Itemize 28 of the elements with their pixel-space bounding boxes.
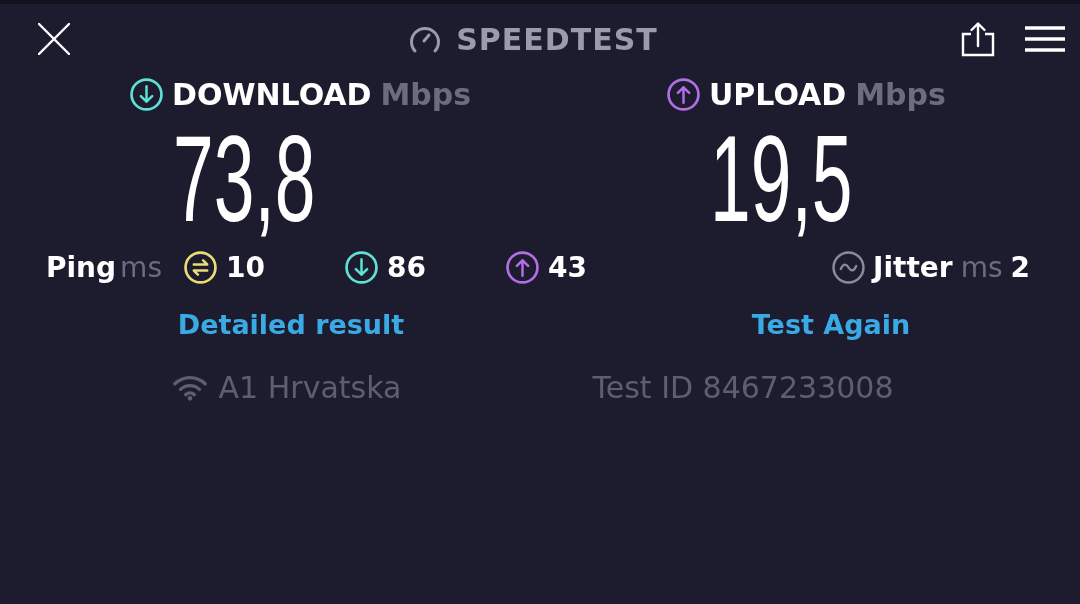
unit-label: Mbps: [380, 76, 472, 112]
action-link[interactable]: Test Again: [751, 308, 911, 340]
jitter-label: Jitter: [873, 250, 953, 284]
speed-value: 19,5: [710, 118, 853, 240]
provider-name: A1 Hrvatska: [218, 369, 402, 405]
speed-value: 73,8: [173, 118, 316, 240]
share-icon: [961, 21, 995, 57]
wave-circle-icon: [832, 250, 866, 284]
ping-label: Ping: [46, 250, 117, 284]
ping-value: 43: [548, 250, 587, 284]
unit-label: ms: [120, 250, 162, 284]
jitter-value: 2: [1010, 250, 1030, 284]
unit-label: ms: [960, 250, 1003, 284]
app-title: SPEEDTEST: [456, 21, 658, 57]
menu-button[interactable]: [1025, 26, 1065, 52]
action-link[interactable]: Detailed result: [177, 308, 405, 340]
ping-value: 10: [226, 250, 265, 284]
result-label: DOWNLOAD: [172, 76, 372, 112]
close-icon: [38, 23, 70, 55]
wifi-icon: [172, 373, 207, 401]
close-button[interactable]: [38, 23, 70, 55]
gauge-icon: [408, 24, 443, 54]
result-label: UPLOAD: [709, 76, 847, 112]
menu-icon: [1025, 26, 1065, 52]
unit-label: Mbps: [855, 76, 946, 112]
test-id: Test ID 8467233008: [592, 369, 894, 405]
share-button[interactable]: [961, 21, 995, 57]
ping-value: 86: [387, 250, 426, 284]
